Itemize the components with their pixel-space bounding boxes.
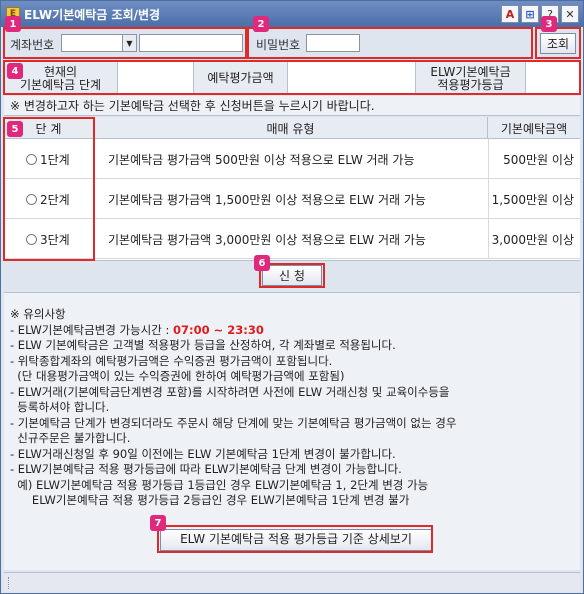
radio-button[interactable]	[26, 233, 37, 245]
search-row: 계좌번호 ▼ 비밀번호 조회	[4, 29, 580, 59]
deposit-level-table: 단 계 매매 유형 기본예탁금액 1단계 기본예탁금 평가금액 500만원 이상…	[4, 117, 580, 261]
title-buttons: A ⊞ ? ✕	[501, 5, 579, 23]
header-trade-type: 매매 유형	[94, 117, 488, 139]
notes-line: - ELW거래신청일 후 90일 이전에는 ELW 기본예탁금 1단계 변경이 …	[10, 446, 396, 461]
account-name-field[interactable]	[139, 34, 243, 52]
level-2-radio-option[interactable]: 2단계	[4, 179, 94, 219]
row-description: 기본예탁금 평가금액 3,000만원 이상 적용으로 ELW 거래 가능	[108, 232, 426, 247]
row-description: 기본예탁금 평가금액 500만원 이상 적용으로 ELW 거래 가능	[108, 152, 415, 167]
available-time: 07:00 ~ 23:30	[173, 322, 264, 337]
title-bar: E ELW기본예탁금 조회/변경 A ⊞ ? ✕	[1, 1, 583, 27]
table-header: 단 계 매매 유형 기본예탁금액	[4, 117, 580, 139]
account-label: 계좌번호	[10, 38, 55, 52]
row-amount: 500만원 이상	[503, 152, 574, 167]
header-deposit-amount: 기본예탁금액	[500, 121, 568, 136]
row-amount: 3,000만원 이상	[491, 232, 574, 247]
password-field[interactable]	[306, 34, 360, 52]
info-row: 현재의 기본예탁금 단계 예탁평가금액 ELW기본예탁금 적용평가등급	[4, 61, 580, 95]
notes-line: (단 대용평가금액이 있는 수익증권에 한하여 예탁평가금액에 포함됨)	[10, 369, 345, 383]
resize-grip-icon[interactable]	[8, 577, 11, 589]
account-combo[interactable]: ▼	[61, 34, 137, 52]
deposit-window: E ELW기본예탁금 조회/변경 A ⊞ ? ✕ 계좌번호 ▼ 비밀번호 조회 …	[0, 0, 584, 594]
notes-line: - 위탁종합계좌의 예탁평가금액은 수익증권 평가금액이 포함됩니다.	[10, 353, 333, 368]
radio-button[interactable]	[26, 153, 37, 165]
radio-button[interactable]	[26, 193, 37, 205]
level-1-radio-option[interactable]: 1단계	[4, 139, 94, 179]
applied-grade-value	[526, 62, 580, 95]
notes-line: 등록하셔야 합니다.	[10, 400, 110, 414]
badge-1: 1	[5, 16, 21, 32]
badge-3: 3	[541, 16, 557, 32]
password-label: 비밀번호	[256, 38, 301, 52]
badge-2: 2	[253, 16, 269, 32]
row-amount: 1,500만원 이상	[491, 192, 574, 207]
notes-time-line: - ELW기본예탁금변경 가능시간 : 07:00 ~ 23:30	[10, 322, 264, 337]
apply-area: 신 청	[4, 262, 580, 290]
level-3-radio-option[interactable]: 3단계	[4, 219, 94, 259]
apply-button[interactable]: 신 청	[262, 265, 322, 286]
table-row: 1단계 기본예탁금 평가금액 500만원 이상 적용으로 ELW 거래 가능 5…	[4, 139, 580, 179]
deposit-eval-value	[288, 62, 416, 95]
badge-6: 6	[254, 255, 270, 271]
badge-7: 7	[150, 515, 166, 531]
badge-4: 4	[7, 63, 23, 79]
grade-detail-button[interactable]: ELW 기본예탁금 적용 평가등급 기준 상세보기	[160, 529, 432, 551]
notes-line: ELW기본예탁금 적용 평가등급 2등급인 경우 ELW기본예탁금 1단계 변경…	[10, 493, 410, 507]
table-row: 2단계 기본예탁금 평가금액 1,500만원 이상 적용으로 ELW 거래 가능…	[4, 179, 580, 219]
notes-line: - ELW 기본예탁금은 고객별 적용평가 등급을 산정하여, 각 계좌별로 적…	[10, 338, 396, 352]
notes-panel: ※ 유의사항 - ELW기본예탁금변경 가능시간 : 07:00 ~ 23:30…	[4, 292, 580, 570]
current-deposit-value	[118, 62, 194, 95]
chevron-down-icon[interactable]: ▼	[122, 35, 136, 51]
row-description: 기본예탁금 평가금액 1,500만원 이상 적용으로 ELW 거래 가능	[108, 192, 426, 207]
notes-line: - ELW거래(기본예탁금단계변경 포함)를 시작하려면 사전에 ELW 거래신…	[10, 384, 450, 399]
font-size-icon[interactable]: A	[501, 5, 519, 23]
pin-icon[interactable]: ⊞	[521, 5, 539, 23]
applied-grade-label: ELW기본예탁금 적용평가등급	[416, 62, 526, 95]
status-bar	[4, 572, 580, 592]
table-row: 3단계 기본예탁금 평가금액 3,000만원 이상 적용으로 ELW 거래 가능…	[4, 219, 580, 259]
deposit-eval-label: 예탁평가금액	[194, 62, 288, 95]
close-icon[interactable]: ✕	[561, 5, 579, 23]
notes-line: - ELW기본예탁금 적용 평가등급에 따라 ELW기본예탁금 단계 변경이 가…	[10, 462, 402, 476]
notes-line: 신규주문은 불가합니다.	[10, 431, 131, 445]
query-button[interactable]: 조회	[540, 33, 576, 54]
window-title: ELW기본예탁금 조회/변경	[24, 7, 161, 22]
notes-line: - 기본예탁금 단계가 변경되더라도 주문시 해당 단계에 맞는 기본예탁금 평…	[10, 415, 457, 430]
badge-5: 5	[7, 121, 23, 137]
instruction-notice: ※ 변경하고자 하는 기본예탁금 선택한 후 신청버튼을 누르시기 바랍니다.	[4, 96, 580, 116]
notes-line: 예) ELW기본예탁금 적용 평가등급 1등급인 경우 ELW기본예탁금 1, …	[10, 477, 429, 492]
notes-title: ※ 유의사항	[10, 307, 66, 321]
